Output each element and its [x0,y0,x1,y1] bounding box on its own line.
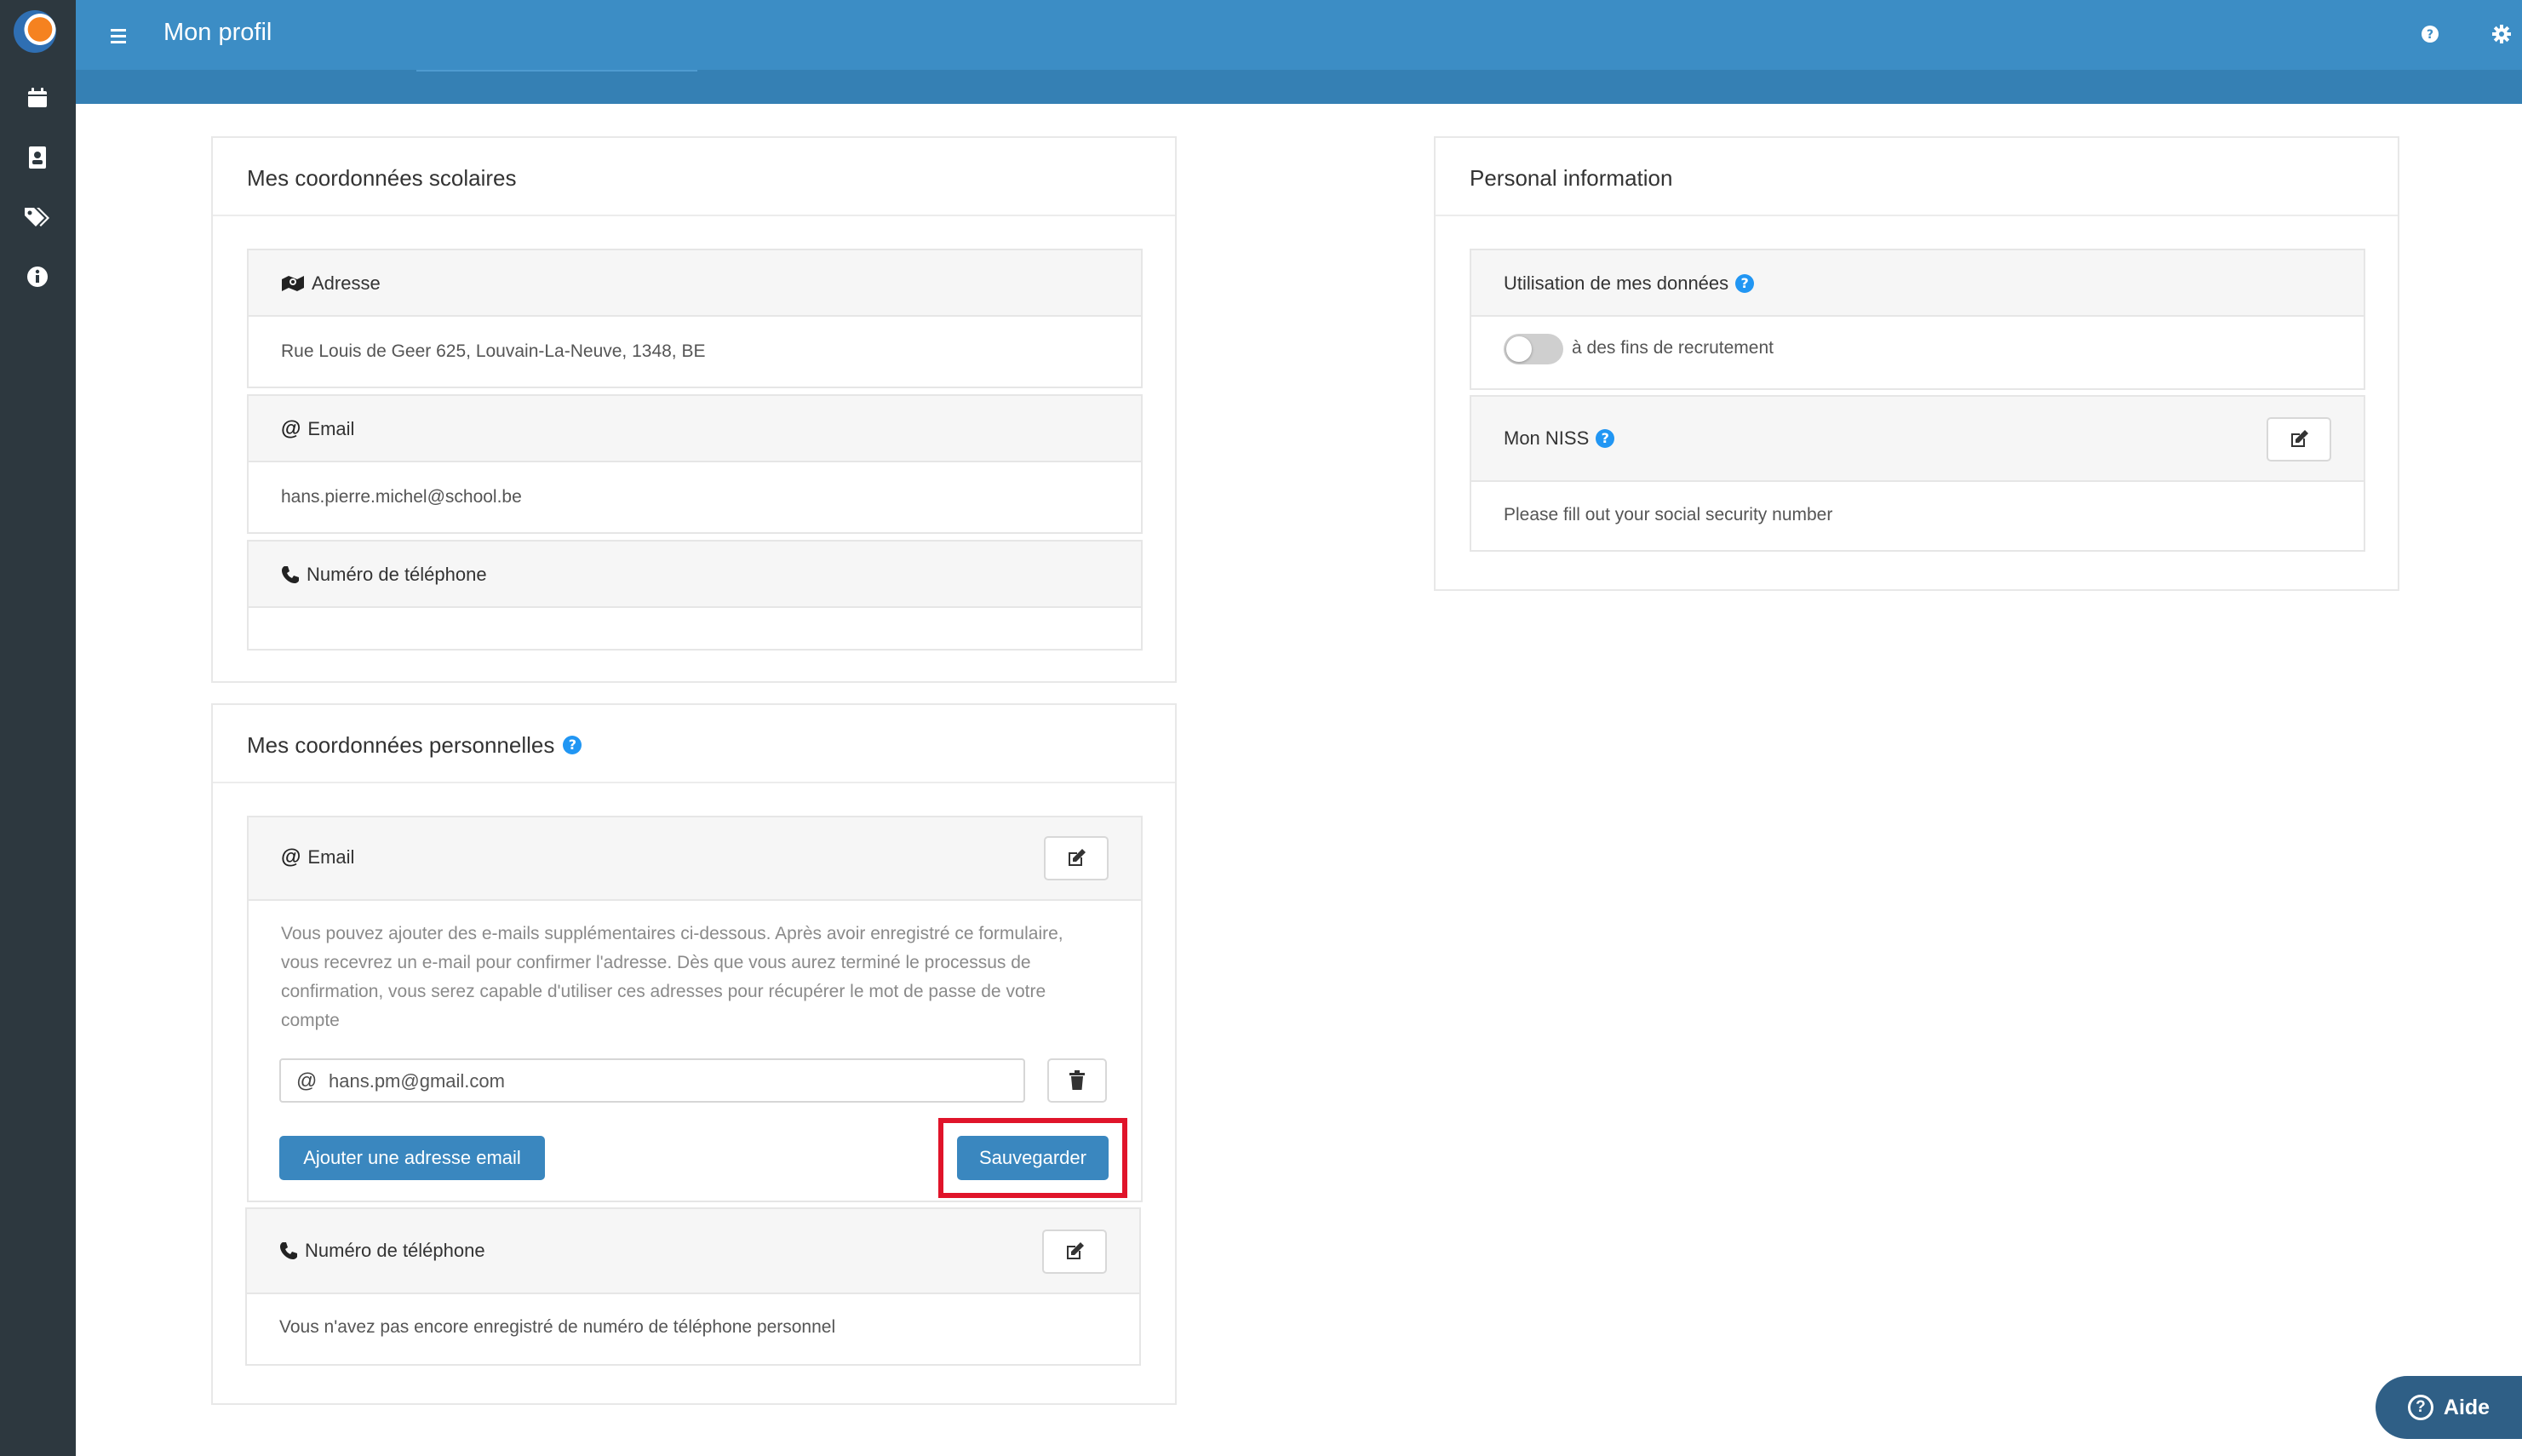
personal-phone-label: Numéro de téléphone [279,1238,485,1264]
sidebar [0,0,76,1456]
edit-phone-button[interactable] [1042,1230,1107,1274]
tags-icon[interactable] [19,198,56,236]
data-usage-label: Utilisation de mes données ? [1504,271,1755,296]
help-aide-button[interactable]: ? Aide [2376,1376,2522,1439]
phone-empty-text: Vous n'avez pas encore enregistré de num… [279,1317,836,1337]
hamburger-menu-icon[interactable] [100,19,135,53]
settings-gear-icon[interactable] [2485,17,2519,51]
school-phone-label-text: Numéro de téléphone [307,564,487,585]
address-value: Rue Louis de Geer 625, Louvain-La-Neuve,… [281,341,706,361]
at-sign-icon: @ [281,846,301,868]
card-title: Personal information [1470,165,1673,191]
edit-niss-button[interactable] [2267,417,2331,461]
additional-email-input[interactable]: @ hans.pm@gmail.com [279,1058,1025,1103]
data-usage-panel: Utilisation de mes données ? à des fins … [1470,249,2365,390]
niss-label-text: Mon NISS [1504,427,1590,449]
tab-indicator [416,70,697,72]
edit-icon [1067,1242,1084,1259]
niss-panel: Mon NISS ? Please fill out your social s… [1470,395,2365,552]
calendar-icon[interactable] [19,79,56,117]
recruitment-toggle[interactable] [1504,334,1563,364]
personal-email-label-text: Email [307,846,355,868]
address-label-text: Adresse [312,272,381,294]
email-input-value: hans.pm@gmail.com [329,1070,505,1092]
address-label: Adresse [281,271,381,296]
panel-header [249,817,1141,901]
add-email-button[interactable]: Ajouter une adresse email [279,1136,545,1180]
email-help-text: Vous pouvez ajouter des e-mails suppléme… [281,924,1063,1030]
school-email-label: @ Email [281,416,354,442]
school-phone-panel: Numéro de téléphone [247,540,1143,651]
question-circle-icon[interactable]: ? [1735,274,1755,293]
personal-phone-panel: Numéro de téléphone Vous n'avez pas enco… [245,1207,1141,1366]
divider [213,782,1175,783]
aide-label: Aide [2443,1395,2490,1419]
school-email-panel: @ Email hans.pierre.michel@school.be [247,394,1143,534]
question-circle-icon[interactable]: ? [563,736,582,754]
sub-bar [76,70,2522,104]
contact-card-icon[interactable] [19,139,56,176]
svg-text:?: ? [2427,28,2433,42]
question-circle-icon[interactable]: ? [1596,429,1615,448]
card-title-text: Mes coordonnées personnelles [247,732,555,758]
app-logo[interactable] [14,10,56,53]
recruitment-label: à des fins de recrutement [1572,338,1774,358]
at-sign-icon: @ [281,417,301,440]
personal-email-label: @ Email [281,845,354,870]
edit-icon [2291,430,2308,447]
phone-icon [280,1242,297,1259]
school-email-label-text: Email [307,418,355,439]
divider [1436,215,2398,216]
niss-label: Mon NISS ? [1504,426,1615,451]
niss-text: Please fill out your social security num… [1504,505,1833,525]
personal-information-card: Personal information Utilisation de mes … [1434,136,2399,591]
trash-icon [1069,1070,1085,1090]
divider [213,215,1175,216]
question-circle-icon: ? [2407,1395,2433,1420]
info-circle-icon[interactable] [19,258,56,295]
email-input-prefix: @ [296,1069,318,1092]
panel-header [249,250,1141,317]
edit-icon [1069,849,1086,866]
help-icon[interactable]: ? [2413,17,2447,51]
page-title: Mon profil [163,19,272,46]
school-email-value: hans.pierre.michel@school.be [281,487,522,507]
panel-header [249,396,1141,462]
phone-icon [282,566,299,583]
delete-email-button[interactable] [1047,1058,1107,1103]
school-contact-card: Mes coordonnées scolaires Adresse Rue Lo… [211,136,1177,683]
card-title: Mes coordonnées scolaires [247,165,517,191]
save-button[interactable]: Sauvegarder [957,1136,1109,1180]
address-panel: Adresse Rue Louis de Geer 625, Louvain-L… [247,249,1143,388]
map-location-icon [282,276,304,291]
top-bar [76,0,2522,70]
edit-email-button[interactable] [1044,836,1109,880]
data-usage-label-text: Utilisation de mes données [1504,272,1729,294]
school-phone-label: Numéro de téléphone [281,562,487,588]
personal-phone-label-text: Numéro de téléphone [305,1240,485,1261]
card-title: Mes coordonnées personnelles ? [247,731,582,760]
